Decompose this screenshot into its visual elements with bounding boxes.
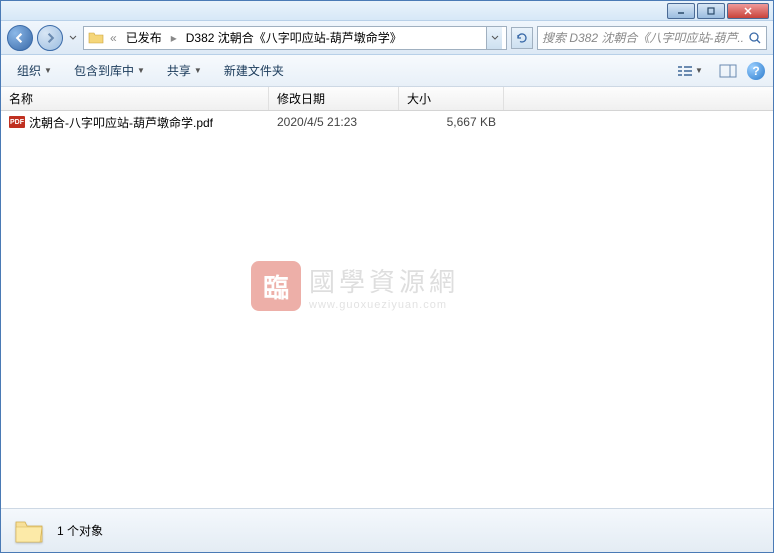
file-date-cell: 2020/4/5 21:23 [269,115,399,129]
watermark: 臨 國學資源網 www.guoxueziyuan.com [251,261,459,311]
minimize-button[interactable] [667,3,695,19]
watermark-title: 國學資源網 [309,262,459,299]
file-row[interactable]: PDF 沈朝合-八字叩应站-葫芦墩命学.pdf 2020/4/5 21:23 5… [1,111,773,133]
include-in-library-button[interactable]: 包含到库中 ▼ [66,58,153,83]
watermark-url: www.guoxueziyuan.com [309,299,459,311]
refresh-button[interactable] [511,27,533,49]
watermark-logo: 臨 [251,261,301,311]
dropdown-arrow-icon: ▼ [44,66,52,75]
forward-button[interactable] [37,25,63,51]
organize-label: 组织 [17,62,41,79]
refresh-icon [515,31,529,45]
breadcrumb-ellipsis: « [108,31,119,45]
status-text: 1 个对象 [57,522,103,539]
toolbar: 组织 ▼ 包含到库中 ▼ 共享 ▼ 新建文件夹 ▼ ? [1,55,773,87]
include-label: 包含到库中 [74,62,134,79]
new-folder-button[interactable]: 新建文件夹 [216,58,292,83]
breadcrumb-item[interactable]: 已发布 [123,27,165,48]
nav-history-dropdown[interactable] [67,27,79,49]
search-box[interactable] [537,26,767,50]
folder-icon [88,31,104,45]
view-options-button[interactable]: ▼ [671,60,709,82]
dropdown-arrow-icon: ▼ [137,66,145,75]
back-button[interactable] [7,25,33,51]
share-button[interactable]: 共享 ▼ [159,58,210,83]
organize-button[interactable]: 组织 ▼ [9,58,60,83]
column-header-name[interactable]: 名称 [1,87,269,110]
file-list: PDF 沈朝合-八字叩应站-葫芦墩命学.pdf 2020/4/5 21:23 5… [1,111,773,508]
preview-pane-icon [719,64,737,78]
search-icon [748,31,762,45]
file-name-cell: PDF 沈朝合-八字叩应站-葫芦墩命学.pdf [1,114,269,131]
newfolder-label: 新建文件夹 [224,62,284,79]
share-label: 共享 [167,62,191,79]
window-controls [667,3,769,19]
status-bar: 1 个对象 [1,508,773,552]
dropdown-arrow-icon: ▼ [695,66,703,75]
titlebar [1,1,773,21]
breadcrumb-item[interactable]: D382 沈朝合《八字叩应站-葫芦墩命学》 [183,27,405,48]
navigation-row: « 已发布 ▸ D382 沈朝合《八字叩应站-葫芦墩命学》 [1,21,773,55]
address-dropdown-button[interactable] [486,27,502,49]
search-input[interactable] [542,31,744,45]
help-button[interactable]: ? [747,62,765,80]
maximize-button[interactable] [697,3,725,19]
file-name: 沈朝合-八字叩应站-葫芦墩命学.pdf [29,114,213,131]
view-icon [677,64,693,78]
breadcrumb-separator-icon: ▸ [169,31,179,45]
preview-pane-button[interactable] [715,60,741,82]
column-headers: 名称 修改日期 大小 [1,87,773,111]
column-header-date[interactable]: 修改日期 [269,87,399,110]
close-button[interactable] [727,3,769,19]
explorer-window: « 已发布 ▸ D382 沈朝合《八字叩应站-葫芦墩命学》 组织 ▼ 包含到库中… [0,0,774,553]
dropdown-arrow-icon: ▼ [194,66,202,75]
column-header-size[interactable]: 大小 [399,87,504,110]
folder-icon [13,515,45,547]
pdf-icon: PDF [9,116,25,128]
file-size-cell: 5,667 KB [399,115,504,129]
address-bar[interactable]: « 已发布 ▸ D382 沈朝合《八字叩应站-葫芦墩命学》 [83,26,507,50]
